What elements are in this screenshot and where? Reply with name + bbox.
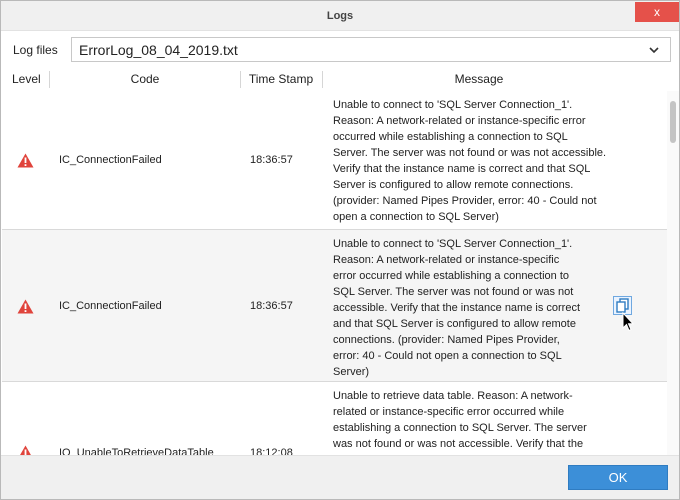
log-file-selected: ErrorLog_08_04_2019.txt <box>79 42 238 58</box>
message-line: SQL Server. The server was not found or … <box>333 286 574 298</box>
message-line: related or instance-specific error occur… <box>333 406 565 418</box>
warning-icon <box>20 445 31 455</box>
message-line: error occurred while establishing a conn… <box>333 270 570 282</box>
row-code: IC_ConnectionFailed <box>59 300 162 312</box>
message-line: Unable to retrieve data table. Reason: A… <box>333 390 573 402</box>
message-line: accessible. Verify that the instance nam… <box>333 302 581 314</box>
dialog-footer: OK <box>1 455 679 499</box>
message-line: Reason: A network-related or instance-sp… <box>333 254 560 266</box>
row-message: Unable to retrieve data table. Reason: A… <box>333 388 633 452</box>
row-code: IC_ConnectionFailed <box>59 154 162 166</box>
message-line: occurred while establishing a connection… <box>333 131 568 143</box>
message-line: connections. (provider: Named Pipes Prov… <box>333 334 560 346</box>
message-line: Reason: A network-related or instance-sp… <box>333 115 586 127</box>
message-line: Server is configured to allow remote con… <box>333 179 574 191</box>
column-header-level[interactable]: Level <box>12 72 42 86</box>
vertical-scrollbar[interactable] <box>667 91 679 455</box>
message-line: Verify that the instance name is correct… <box>333 163 591 175</box>
message-line: and that SQL Server is configured to all… <box>333 318 576 330</box>
message-line: error: 40 - Could not open a connection … <box>333 350 562 362</box>
log-file-dropdown[interactable]: ErrorLog_08_04_2019.txt <box>71 37 671 62</box>
title-bar: Logs x <box>1 1 679 31</box>
message-line: establishing a connection to SQL Server.… <box>333 422 587 434</box>
table-row[interactable]: IO_UnableToRetrieveDataTable 18:12:08 Un… <box>2 382 667 455</box>
cursor-icon <box>622 312 634 332</box>
column-header-timestamp[interactable]: Time Stamp <box>241 72 321 86</box>
message-line: (provider: Named Pipes Provider, error: … <box>333 195 597 207</box>
message-line: Server) <box>333 366 370 378</box>
message-line: Server. The server was not found or was … <box>333 147 607 159</box>
message-line: was not found or was not accessible. Ver… <box>333 438 584 450</box>
table-header: Level Code Time Stamp Message <box>2 69 679 90</box>
table-row[interactable]: IC_ConnectionFailed 18:36:57 Unable to c… <box>2 91 667 230</box>
message-line: Unable to connect to 'SQL Server Connect… <box>333 99 573 111</box>
row-timestamp: 18:36:57 <box>250 154 293 166</box>
scrollbar-thumb[interactable] <box>670 101 676 143</box>
log-files-label: Log files <box>13 43 58 57</box>
warning-icon <box>17 153 34 168</box>
warning-icon <box>17 299 34 314</box>
column-header-message[interactable]: Message <box>323 72 635 86</box>
table-row[interactable]: IC_ConnectionFailed 18:36:57 Unable to c… <box>2 230 667 382</box>
row-message: Unable to connect to 'SQL Server Connect… <box>333 236 633 380</box>
ok-button[interactable]: OK <box>568 465 668 490</box>
row-timestamp: 18:12:08 <box>250 447 293 455</box>
row-code: IO_UnableToRetrieveDataTable <box>59 447 214 455</box>
window-title: Logs <box>326 10 354 22</box>
close-button[interactable]: x <box>635 2 679 22</box>
row-message: Unable to connect to 'SQL Server Connect… <box>333 97 633 225</box>
column-header-code[interactable]: Code <box>50 72 240 86</box>
log-table: Level Code Time Stamp Message IC_Connect… <box>2 69 679 455</box>
chevron-down-icon[interactable] <box>648 44 660 56</box>
message-line: Unable to connect to 'SQL Server Connect… <box>333 238 573 250</box>
row-timestamp: 18:36:57 <box>250 300 293 312</box>
message-line: open a connection to SQL Server) <box>333 211 499 223</box>
logs-dialog: Logs x Log files ErrorLog_08_04_2019.txt… <box>0 0 680 500</box>
